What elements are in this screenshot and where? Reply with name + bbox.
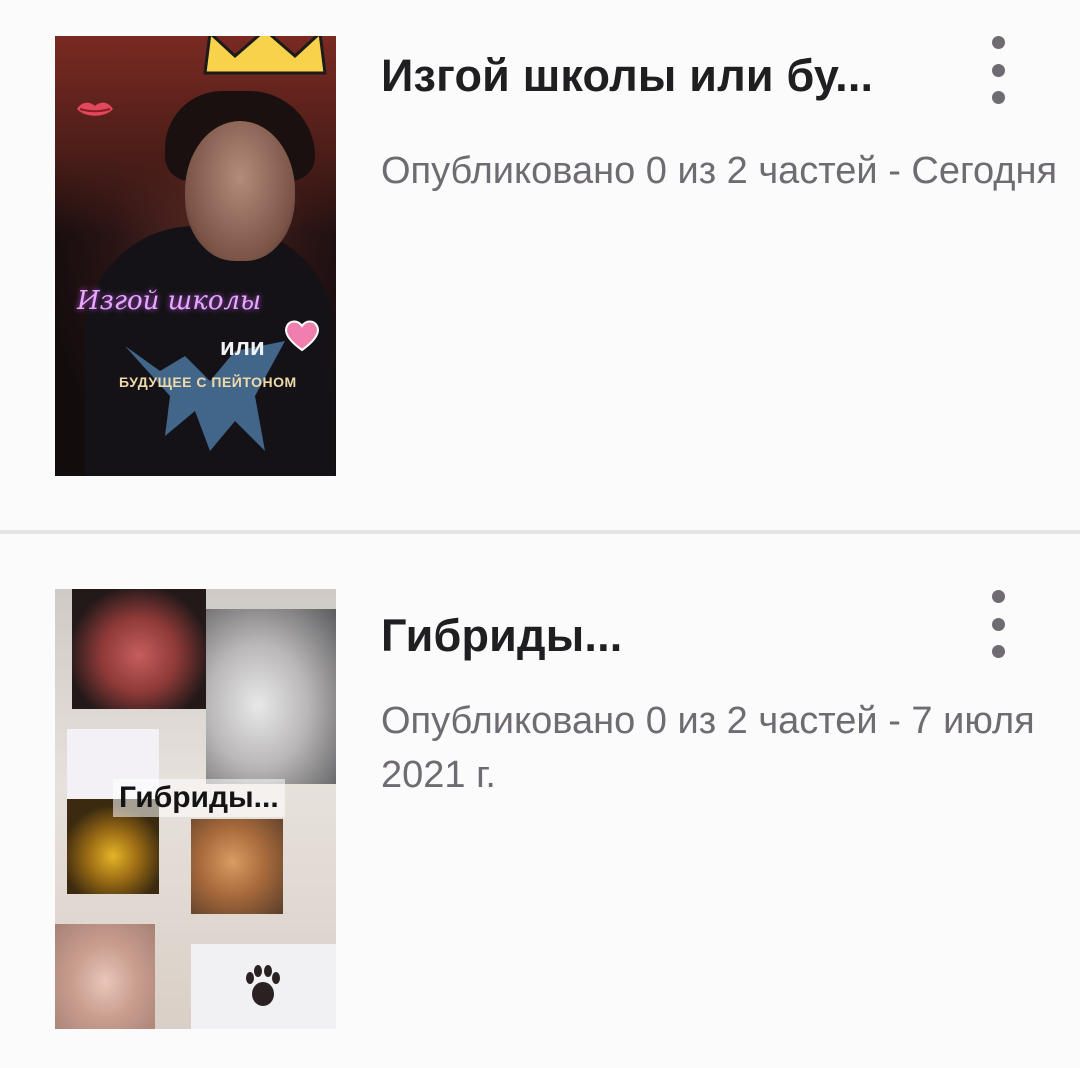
dot xyxy=(991,91,1005,104)
heart-icon xyxy=(285,320,319,352)
dot xyxy=(991,617,1005,631)
story-cover[interactable]: Гибриды... xyxy=(55,589,336,1029)
story-card[interactable]: Гибриды... Гибриды... Опубликовано 0 из … xyxy=(0,534,1080,1068)
cover-tile-fox xyxy=(191,819,283,914)
more-vertical-icon[interactable] xyxy=(974,30,1022,110)
story-cover[interactable]: Изгой школы или БУДУЩЕЕ С ПЕЙТОНОМ xyxy=(55,36,336,476)
story-title[interactable]: Изгой школы или бу... xyxy=(381,50,941,102)
cover-title-line-1: Изгой школы xyxy=(77,286,262,316)
cover-face xyxy=(185,121,295,261)
more-vertical-icon[interactable] xyxy=(974,584,1022,664)
cover-tile-mouth xyxy=(72,589,206,709)
story-list: Изгой школы или БУДУЩЕЕ С ПЕЙТОНОМ Изгой… xyxy=(0,0,1080,1068)
story-meta: Опубликовано 0 из 2 частей - 7 июля 2021… xyxy=(381,700,1035,796)
wolf-silhouette-icon xyxy=(125,341,285,451)
story-title[interactable]: Гибриды... xyxy=(381,610,941,662)
cover-tile-bird xyxy=(55,924,155,1029)
paw-print-icon xyxy=(246,965,280,1006)
dot xyxy=(991,63,1005,77)
story-card[interactable]: Изгой школы или БУДУЩЕЕ С ПЕЙТОНОМ Изгой… xyxy=(0,0,1080,530)
cover-tile-wolf xyxy=(206,609,336,784)
cover-title-line-2: или xyxy=(220,334,265,361)
cover-title-line-3: БУДУЩЕЕ С ПЕЙТОНОМ xyxy=(119,374,297,390)
crown-icon xyxy=(203,36,327,75)
dot xyxy=(991,36,1005,49)
dot xyxy=(991,645,1005,658)
cover-title: Гибриды... xyxy=(113,779,285,817)
story-meta: Опубликовано 0 из 2 частей - Сегодня xyxy=(381,150,1058,192)
lips-icon xyxy=(77,102,113,116)
cover-tile-paw xyxy=(191,944,336,1029)
dot xyxy=(991,590,1005,603)
